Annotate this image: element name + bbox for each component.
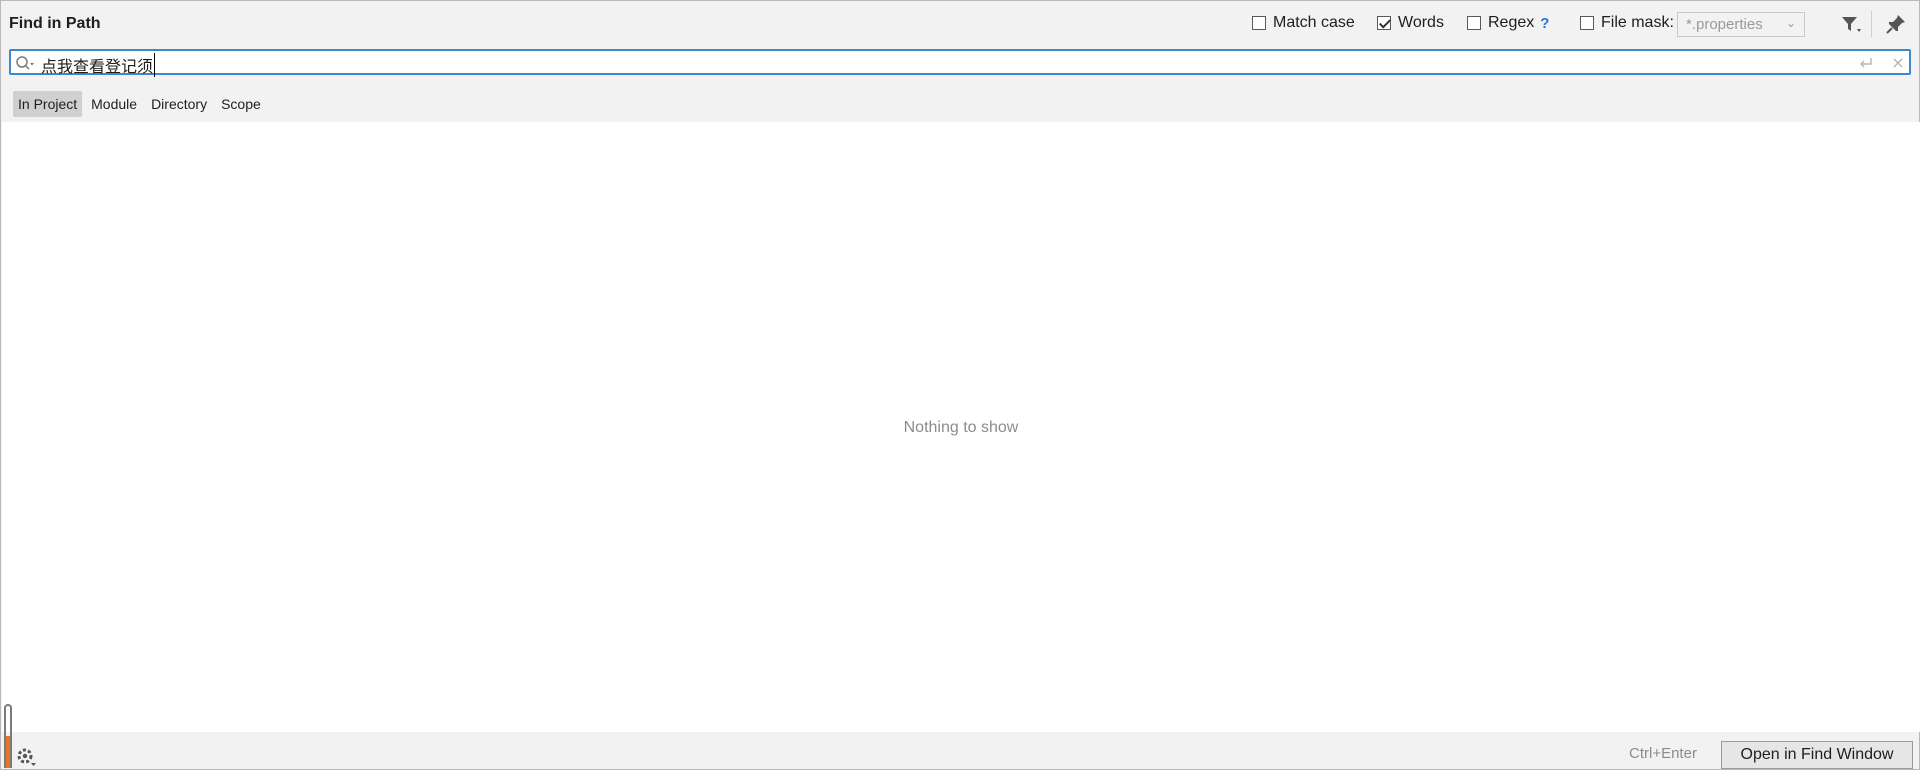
words-checkbox[interactable] (1377, 16, 1391, 30)
search-query-input[interactable]: 点我查看登记须 (41, 53, 156, 77)
chevron-down-icon: ⌄ (1785, 16, 1796, 30)
title-bar: Find in Path Match case Words Regex ? Fi… (1, 1, 1919, 47)
file-mask-option[interactable]: File mask: (1580, 14, 1674, 32)
words-option[interactable]: Words (1377, 14, 1444, 32)
shortcut-hint: Ctrl+Enter (1629, 745, 1697, 762)
file-mask-select[interactable]: *.properties ⌄ (1677, 12, 1805, 37)
results-panel: Nothing to show (2, 122, 1920, 732)
resize-handle-indicator (6, 736, 10, 768)
open-in-find-window-button[interactable]: Open in Find Window (1721, 741, 1913, 769)
scope-tabs: In Project Module Directory Scope (13, 91, 270, 117)
match-case-checkbox[interactable] (1252, 16, 1266, 30)
regex-option[interactable]: Regex ? (1467, 14, 1549, 32)
regex-checkbox[interactable] (1467, 16, 1481, 30)
find-in-path-dialog: Find in Path Match case Words Regex ? Fi… (0, 0, 1920, 770)
pin-icon[interactable] (1884, 12, 1908, 36)
tab-in-project[interactable]: In Project (13, 91, 83, 117)
empty-state-text: Nothing to show (903, 419, 1019, 436)
tab-scope[interactable]: Scope (216, 91, 266, 117)
clear-icon[interactable] (1889, 54, 1907, 72)
tab-module[interactable]: Module (86, 91, 142, 117)
tab-directory[interactable]: Directory (146, 91, 212, 117)
file-mask-label: File mask: (1601, 14, 1674, 31)
gear-icon[interactable] (15, 746, 37, 768)
file-mask-checkbox[interactable] (1580, 16, 1594, 30)
newline-icon[interactable] (1857, 54, 1875, 72)
toolbar-separator (1871, 11, 1872, 37)
match-case-label: Match case (1273, 14, 1355, 31)
filter-icon[interactable] (1839, 12, 1863, 36)
search-field[interactable]: 点我查看登记须 (9, 49, 1911, 77)
footer-bar: Ctrl+Enter Open in Find Window (1, 732, 1919, 770)
file-mask-value: *.properties (1686, 16, 1763, 33)
regex-help-link[interactable]: ? (1540, 15, 1549, 32)
words-label: Words (1398, 14, 1444, 31)
regex-label: Regex (1488, 14, 1535, 31)
match-case-option[interactable]: Match case (1252, 14, 1355, 32)
dialog-title: Find in Path (9, 15, 101, 32)
search-icon[interactable] (14, 54, 36, 72)
